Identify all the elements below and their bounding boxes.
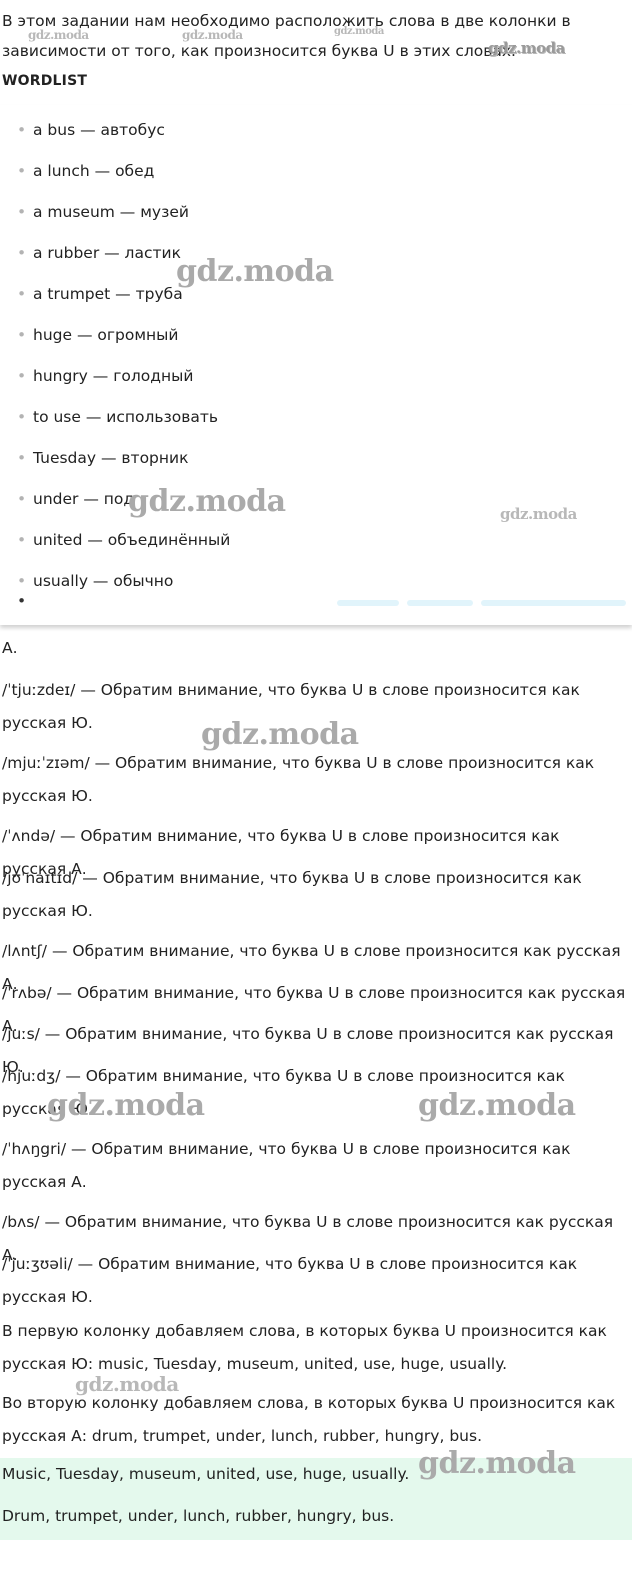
watermark-text: gdz.moda (488, 39, 565, 57)
watermark-logo: gdz.moda (418, 1088, 576, 1123)
list-item: • under — под (17, 490, 135, 508)
list-item: • a museum — музей (17, 203, 189, 221)
bullet-icon: • (17, 408, 27, 426)
bullet-icon: • (17, 244, 27, 262)
watermark-logo: gdz.moda (176, 254, 334, 289)
watermark-logo: gdz.moda (128, 484, 286, 519)
wordlist-heading: WORDLIST (2, 73, 88, 89)
paragraph: /ˈjuːʒʊəli/ — Обратим внимание, что букв… (2, 1255, 578, 1306)
bullet-icon: • (17, 367, 27, 385)
list-item: • to use — использовать (17, 408, 219, 426)
loading-bar (407, 600, 473, 606)
loading-bar (481, 600, 626, 606)
list-item: • united — объединённый (17, 531, 231, 549)
bullet-icon: • (17, 490, 27, 508)
wordlist-panel: • a bus — автобус • a lunch — обед • a muse… (0, 105, 632, 625)
bullet-icon: • (17, 121, 27, 139)
list-item: • hungry — голодный (17, 367, 194, 385)
bullet-icon: • (17, 326, 27, 344)
loading-bar (337, 600, 399, 606)
list-item: • Tuesday — вторник (17, 449, 189, 467)
bullet-icon: • (17, 203, 27, 221)
bullet-icon: • (17, 162, 27, 180)
watermark-logo: gdz.moda (500, 505, 577, 523)
watermark-logo: gdz.moda (201, 717, 359, 752)
answer-line: Drum, trumpet, under, lunch, rubber, hun… (2, 1507, 395, 1525)
summary-paragraph: Во вторую колонку добавляем слова, в кот… (2, 1394, 616, 1445)
watermark-logo: gdz.moda (75, 1372, 179, 1396)
list-item: • a rubber — ластик (17, 244, 181, 262)
list-item: • huge — огромный (17, 326, 179, 344)
bullet-icon: • (17, 531, 27, 549)
empty-bullet-icon: • (17, 592, 27, 610)
list-item: • a lunch — обед (17, 162, 155, 180)
list-item: • usually — обычно (17, 572, 174, 590)
bullet-icon: • (17, 285, 27, 303)
watermark-logo: gdz.moda (182, 28, 243, 42)
list-item: • a bus — автобус (17, 121, 165, 139)
watermark-logo: gdz.moda (418, 1446, 576, 1481)
paragraph: /ˈhʌŋgri/ — Обратим внимание, что буква … (2, 1140, 571, 1191)
answer-line: Music, Tuesday, museum, united, use, hug… (2, 1465, 410, 1483)
bullet-icon: • (17, 572, 27, 590)
paragraph: /mjuːˈzɪəm/ — Обратим внимание, что букв… (2, 754, 595, 805)
watermark-logo: gdz.moda (28, 28, 89, 42)
paragraph: /jʊˈnaɪtɪd/ — Обратим внимание, что букв… (2, 869, 582, 920)
watermark-logo: gdz.moda (334, 26, 384, 37)
bullet-icon: • (17, 449, 27, 467)
list-item: • a trumpet — труба (17, 285, 183, 303)
partial-line: А. (2, 639, 18, 657)
watermark-logo: gdz.moda (47, 1088, 205, 1123)
